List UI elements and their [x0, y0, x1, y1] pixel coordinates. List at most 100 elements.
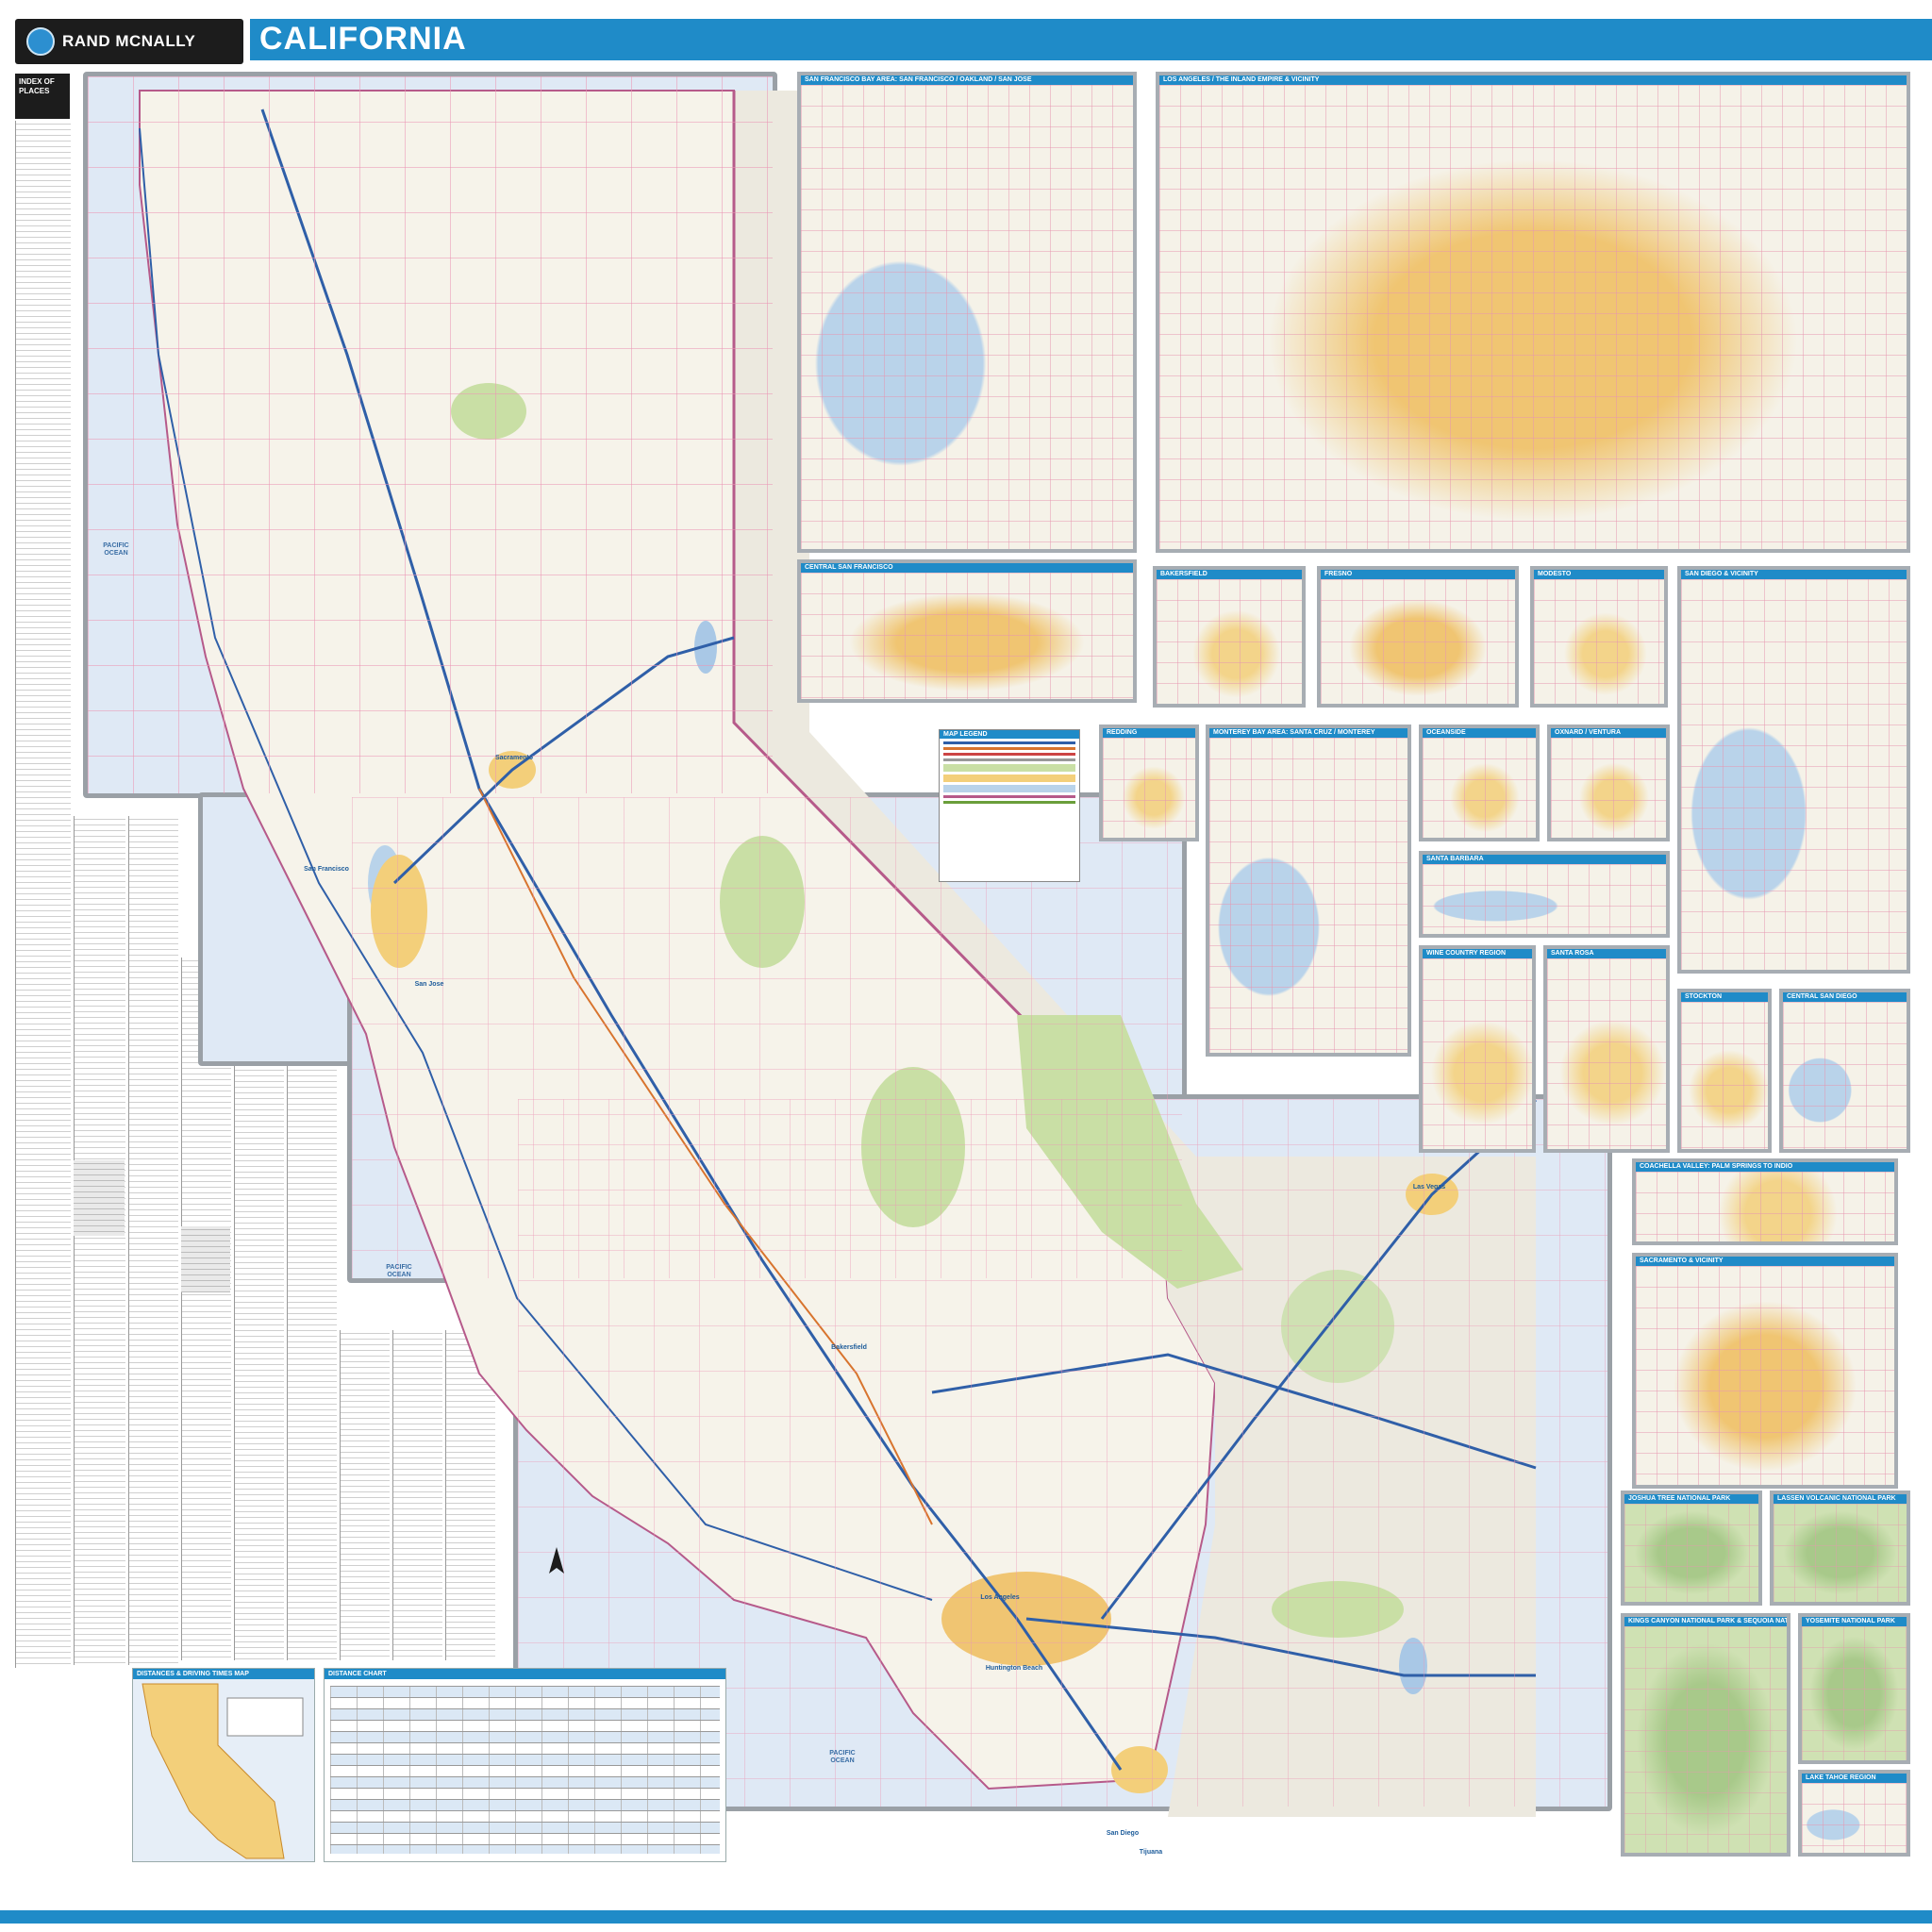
title-bar [250, 19, 1932, 60]
city-label: San Diego [1106, 1830, 1140, 1837]
city-label: Bakersfield [831, 1344, 867, 1351]
inset-title: WINE COUNTRY REGION [1423, 949, 1532, 958]
inset-title: KINGS CANYON NATIONAL PARK & SEQUOIA NAT… [1624, 1617, 1787, 1626]
inset-joshua-tree: JOSHUA TREE NATIONAL PARK [1621, 1491, 1762, 1606]
inset-sf-bay-area: SAN FRANCISCO BAY AREA: SAN FRANCISCO / … [797, 72, 1137, 553]
inset-title: BAKERSFIELD [1157, 570, 1302, 579]
inset-title: FRESNO [1321, 570, 1515, 579]
inset-title: LOS ANGELES / THE INLAND EMPIRE & VICINI… [1159, 75, 1907, 85]
legend-water [943, 785, 1075, 792]
inset-central-sf: CENTRAL SAN FRANCISCO [797, 559, 1137, 703]
city-label: Los Angeles [980, 1594, 1020, 1601]
city-label: San Jose [414, 981, 444, 988]
inset-title: LASSEN VOLCANIC NATIONAL PARK [1774, 1494, 1907, 1504]
legend-scenic [943, 801, 1075, 804]
distance-chart-title: DISTANCE CHART [325, 1669, 725, 1679]
map-grid [88, 76, 773, 793]
inset-map [1103, 738, 1195, 838]
brand-logo: RAND MCNALLY [15, 19, 243, 64]
inset-wine-country: WINE COUNTRY REGION [1419, 945, 1536, 1153]
inset-map [1802, 1626, 1907, 1760]
inset-central-san-diego: CENTRAL SAN DIEGO [1779, 989, 1910, 1153]
inset-map [1157, 579, 1302, 704]
inset-title: SAN FRANCISCO BAY AREA: SAN FRANCISCO / … [801, 75, 1133, 85]
inset-map [1624, 1504, 1758, 1602]
inset-map [1551, 738, 1666, 838]
ocean-label: PACIFIC OCEAN [103, 542, 129, 557]
inset-redding: REDDING [1099, 724, 1199, 841]
inset-map [1159, 85, 1907, 549]
ocean-label: PACIFIC OCEAN [829, 1750, 856, 1764]
map-legend: MAP LEGEND [939, 729, 1080, 882]
ocean-label: PACIFIC OCEAN [386, 1264, 412, 1278]
inset-title: SACRAMENTO & VICINITY [1636, 1257, 1894, 1266]
inset-yosemite: YOSEMITE NATIONAL PARK [1798, 1613, 1910, 1764]
inset-title: MONTEREY BAY AREA: SANTA CRUZ / MONTEREY [1209, 728, 1407, 738]
inset-title: CENTRAL SAN DIEGO [1783, 992, 1907, 1002]
legend-park [943, 764, 1075, 772]
distance-chart: DISTANCE CHART [324, 1668, 726, 1862]
index-column [15, 121, 71, 1668]
inset-san-diego: SAN DIEGO & VICINITY [1677, 566, 1910, 974]
inset-lassen-volcanic: LASSEN VOLCANIC NATIONAL PARK [1770, 1491, 1910, 1606]
inset-title: SANTA BARBARA [1423, 855, 1666, 864]
inset-title: MODESTO [1534, 570, 1664, 579]
inset-title: OXNARD / VENTURA [1551, 728, 1666, 738]
legend-road [943, 753, 1075, 756]
inset-map [801, 573, 1133, 699]
inset-map [1774, 1504, 1907, 1602]
distance-map-title: DISTANCES & DRIVING TIMES MAP [133, 1669, 314, 1679]
legend-highway [943, 747, 1075, 750]
inset-lake-tahoe: LAKE TAHOE REGION [1798, 1770, 1910, 1857]
inset-title: REDDING [1103, 728, 1195, 738]
brand-name: RAND MCNALLY [62, 32, 196, 50]
inset-map [1636, 1172, 1894, 1241]
index-title: INDEX OF PLACES [15, 74, 70, 119]
inset-map [1636, 1266, 1894, 1485]
inset-title: CENTRAL SAN FRANCISCO [801, 563, 1133, 573]
inset-santa-barbara: SANTA BARBARA [1419, 851, 1670, 938]
city-label: San Francisco [304, 866, 349, 873]
inset-title: SAN DIEGO & VICINITY [1681, 570, 1907, 579]
inset-map [1534, 579, 1664, 704]
inset-map [1321, 579, 1515, 704]
inset-sacramento: SACRAMENTO & VICINITY [1632, 1253, 1898, 1489]
inset-oxnard-ventura: OXNARD / VENTURA [1547, 724, 1670, 841]
city-label: Huntington Beach [985, 1665, 1043, 1672]
legend-interstate [943, 741, 1075, 744]
inset-map [1547, 958, 1666, 1149]
inset-map [1783, 1002, 1907, 1149]
inset-map [1624, 1626, 1787, 1853]
legend-urban [943, 774, 1075, 782]
legend-boundary [943, 795, 1075, 798]
globe-icon [26, 27, 55, 56]
inset-fresno: FRESNO [1317, 566, 1519, 708]
inset-bakersfield: BAKERSFIELD [1153, 566, 1306, 708]
inset-title: COACHELLA VALLEY: PALM SPRINGS TO INDIO [1636, 1162, 1894, 1172]
inset-stockton: STOCKTON [1677, 989, 1772, 1153]
city-label: Tijuana [1139, 1849, 1163, 1856]
footer-bar [0, 1910, 1932, 1924]
city-label: Las Vegas [1412, 1184, 1446, 1191]
inset-oceanside: OCEANSIDE [1419, 724, 1540, 841]
inset-modesto: MODESTO [1530, 566, 1668, 708]
distance-map: DISTANCES & DRIVING TIMES MAP [132, 1668, 315, 1862]
inset-title: SANTA ROSA [1547, 949, 1666, 958]
inset-kings-canyon-sequoia: KINGS CANYON NATIONAL PARK & SEQUOIA NAT… [1621, 1613, 1790, 1857]
inset-monterey-bay: MONTEREY BAY AREA: SANTA CRUZ / MONTEREY [1206, 724, 1411, 1057]
inset-map [1802, 1783, 1907, 1853]
inset-title: LAKE TAHOE REGION [1802, 1774, 1907, 1783]
legend-title: MAP LEGEND [940, 730, 1079, 739]
city-label: Sacramento [494, 755, 534, 761]
inset-title: YOSEMITE NATIONAL PARK [1802, 1617, 1907, 1626]
inset-map [1209, 738, 1407, 1053]
inset-map [1423, 864, 1666, 934]
inset-map [801, 85, 1133, 549]
inset-map [1681, 1002, 1768, 1149]
inset-map [1423, 738, 1536, 838]
legend-minor-road [943, 758, 1075, 761]
inset-title: OCEANSIDE [1423, 728, 1536, 738]
distance-map-shape [142, 1683, 304, 1859]
inset-map [1681, 579, 1907, 970]
north-arrow-icon [549, 1547, 564, 1574]
